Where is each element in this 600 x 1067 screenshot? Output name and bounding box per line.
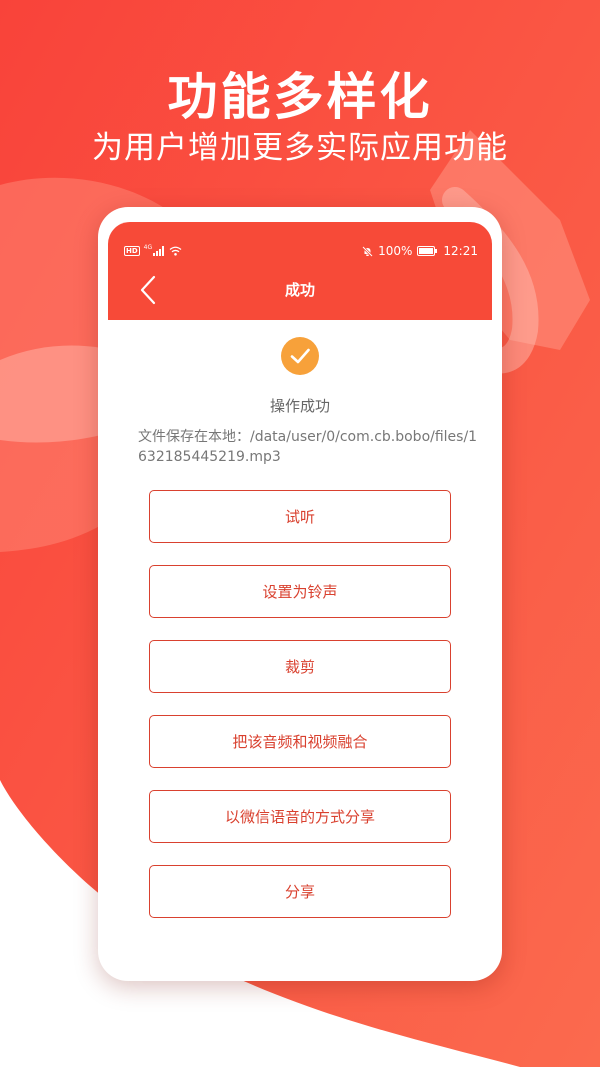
app-bar: HD 4G 100% 12:21 成功 — [108, 222, 492, 320]
success-check-icon — [281, 337, 319, 375]
share-button[interactable]: 分享 — [149, 865, 451, 918]
status-bar-left: HD 4G — [124, 243, 182, 256]
status-time: 12:21 — [443, 244, 478, 258]
share-as-wechat-voice-button[interactable]: 以微信语音的方式分享 — [149, 790, 451, 843]
success-message: 操作成功 — [269, 397, 330, 415]
wifi-icon — [169, 246, 182, 256]
promo-subheadline: 为用户增加更多实际应用功能 — [92, 130, 508, 166]
trim-button[interactable]: 裁剪 — [149, 640, 451, 693]
bell-muted-icon — [362, 245, 373, 257]
promo-headline: 功能多样化 — [167, 68, 433, 126]
preview-listen-button[interactable]: 试听 — [149, 490, 451, 543]
network-type: 4G — [143, 243, 153, 251]
battery-icon — [417, 246, 438, 256]
status-bar-right: 100% 12:21 — [362, 244, 478, 258]
phone-mockup: HD 4G 100% 12:21 成功 操作成功 文件保存在本地：/data/u… — [98, 207, 502, 981]
hd-badge: HD — [124, 246, 140, 256]
merge-audio-video-button[interactable]: 把该音频和视频融合 — [149, 715, 451, 768]
set-ringtone-button[interactable]: 设置为铃声 — [149, 565, 451, 618]
battery-percent: 100% — [378, 244, 413, 258]
signal-icon — [153, 246, 165, 256]
action-button-list: 试听 设置为铃声 裁剪 把该音频和视频融合 以微信语音的方式分享 分享 — [149, 490, 451, 940]
page-title: 成功 — [284, 281, 315, 299]
file-path-text: 文件保存在本地：/data/user/0/com.cb.bobo/files/1… — [138, 429, 478, 465]
